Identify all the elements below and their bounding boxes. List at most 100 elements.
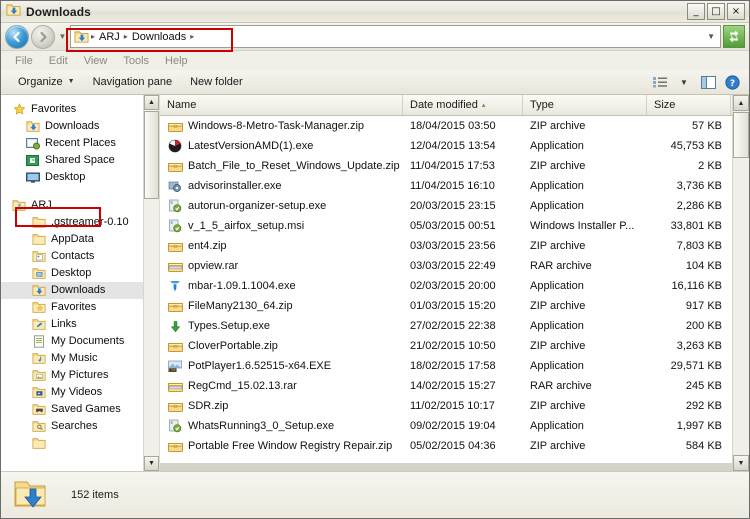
sidebar-item-label: Recent Places (45, 137, 116, 149)
sidebar-item-links[interactable]: Links (1, 316, 159, 333)
breadcrumb-item-arj[interactable]: ARJ (96, 28, 123, 46)
table-row[interactable]: mbar-1.09.1.1004.exe 02/03/2015 20:00 Ap… (160, 276, 749, 296)
table-row[interactable]: WhatsRunning3_0_Setup.exe 09/02/2015 19:… (160, 416, 749, 436)
breadcrumb-bar[interactable]: ▸ ARJ ▸ Downloads ▸ ▼ (70, 25, 721, 48)
column-header-size[interactable]: Size (647, 95, 731, 115)
menu-item-tools[interactable]: Tools (115, 52, 157, 70)
folder-icon (31, 215, 47, 230)
sidebar-item-label: Favorites (31, 103, 77, 115)
file-type-cell: ZIP archive (530, 300, 586, 312)
sidebar-item-shared-space[interactable]: Shared Space (1, 152, 159, 169)
menu-bar: File Edit View Tools Help (1, 51, 749, 70)
help-icon[interactable]: ? (721, 72, 743, 92)
list-view-icon[interactable] (649, 72, 671, 92)
scroll-down-button[interactable]: ▼ (733, 455, 749, 471)
table-row[interactable]: ent4.zip 03/03/2015 23:56 ZIP archive 7,… (160, 236, 749, 256)
address-history-caret[interactable]: ▼ (707, 32, 718, 41)
table-row[interactable]: Windows-8-Metro-Task-Manager.zip 18/04/2… (160, 116, 749, 136)
sidebar-item-my-documents[interactable]: My Documents (1, 333, 159, 350)
sidebar-item-recent-places[interactable]: Recent Places (1, 135, 159, 152)
scroll-up-button[interactable]: ▲ (144, 95, 159, 110)
table-row[interactable]: Batch_File_to_Reset_Windows_Update.zip 1… (160, 156, 749, 176)
new-folder-button[interactable]: New folder (181, 71, 252, 93)
sidebar-item-favorites-user[interactable]: Favorites (1, 299, 159, 316)
sidebar-item-partial[interactable] (1, 435, 159, 452)
recent-locations-dropdown[interactable]: ▼ (57, 26, 68, 48)
saved-games-icon (31, 402, 47, 417)
preview-pane-icon[interactable] (697, 72, 719, 92)
column-header-type[interactable]: Type (523, 95, 647, 115)
sidebar-item-label: My Music (51, 352, 98, 364)
menu-item-file[interactable]: File (7, 52, 41, 70)
menu-item-view[interactable]: View (76, 52, 116, 70)
scroll-down-button[interactable]: ▼ (144, 456, 159, 471)
scrollbar-thumb[interactable] (144, 111, 159, 199)
file-name-cell: SDR.zip (160, 398, 403, 414)
sidebar-item-arj[interactable]: ARJ (1, 197, 159, 214)
sidebar-item-desktop-user[interactable]: Desktop (1, 265, 159, 282)
sidebar-item-label: My Videos (51, 386, 103, 398)
minimize-button[interactable]: _ (687, 3, 705, 20)
sidebar-item-gstreamer[interactable]: .gstreamer-0.10 (1, 214, 159, 231)
file-name-cell: opview.rar (160, 258, 403, 274)
file-name-cell: FileMany2130_64.zip (160, 298, 403, 314)
organize-button[interactable]: Organize ▼ (9, 71, 84, 93)
table-row[interactable]: FileMany2130_64.zip 01/03/2015 15:20 ZIP… (160, 296, 749, 316)
sidebar-item-downloads-fav[interactable]: Downloads (1, 118, 159, 135)
sidebar-item-downloads-user[interactable]: Downloads (1, 282, 159, 299)
breadcrumb-separator-2[interactable]: ▸ (189, 32, 195, 41)
sidebar-item-label: Links (51, 318, 77, 330)
table-row[interactable]: Types.Setup.exe 27/02/2015 22:38 Applica… (160, 316, 749, 336)
navigation-pane-scrollbar[interactable]: ▲ ▼ (143, 95, 159, 471)
file-size-cell: 3,736 KB (676, 180, 722, 192)
menu-item-edit[interactable]: Edit (41, 52, 76, 70)
file-list-scrollbar[interactable]: ▲ ▼ (732, 95, 749, 471)
sidebar-item-searches[interactable]: Searches (1, 418, 159, 435)
file-type-cell: ZIP archive (530, 240, 586, 252)
sidebar-item-contacts[interactable]: Contacts (1, 248, 159, 265)
table-row[interactable]: Portable Free Window Registry Repair.zip… (160, 436, 749, 456)
zip-archive-icon (167, 298, 183, 314)
forward-button[interactable] (31, 24, 55, 49)
sidebar-item-my-videos[interactable]: My Videos (1, 384, 159, 401)
horizontal-scrollbar[interactable] (160, 463, 749, 471)
table-row[interactable]: CloverPortable.zip 21/02/2015 10:50 ZIP … (160, 336, 749, 356)
table-row[interactable]: v_1_5_airfox_setup.msi 05/03/2015 00:51 … (160, 216, 749, 236)
sidebar-item-my-pictures[interactable]: My Pictures (1, 367, 159, 384)
sidebar-item-label: My Pictures (51, 369, 109, 381)
refresh-button[interactable] (723, 25, 745, 48)
file-type-cell: Windows Installer P... (530, 220, 635, 232)
table-row[interactable]: RegCmd_15.02.13.rar 14/02/2015 15:27 RAR… (160, 376, 749, 396)
chevron-down-icon: ▼ (58, 32, 67, 41)
links-folder-icon (31, 317, 47, 332)
file-name-cell: v_1_5_airfox_setup.msi (160, 218, 403, 234)
close-button[interactable]: × (727, 3, 745, 20)
sidebar-item-appdata[interactable]: AppData (1, 231, 159, 248)
column-header-name[interactable]: Name (160, 95, 403, 115)
navigation-pane-button[interactable]: Navigation pane (84, 71, 182, 93)
menu-item-help[interactable]: Help (157, 52, 196, 70)
sidebar-item-favorites[interactable]: Favorites (1, 101, 159, 118)
table-row[interactable]: advisorinstaller.exe 11/04/2015 16:10 Ap… (160, 176, 749, 196)
back-button[interactable] (5, 24, 29, 49)
maximize-button[interactable]: □ (707, 3, 725, 20)
column-header-date-modified[interactable]: Date modified ▴ (403, 95, 523, 115)
scroll-up-button[interactable]: ▲ (733, 95, 749, 111)
table-row[interactable]: opview.rar 03/03/2015 22:49 RAR archive … (160, 256, 749, 276)
table-row[interactable]: SDR.zip 11/02/2015 10:17 ZIP archive 292… (160, 396, 749, 416)
svg-text:?: ? (729, 79, 734, 89)
sidebar-item-desktop-fav[interactable]: Desktop (1, 169, 159, 186)
table-row[interactable]: LatestVersionAMD(1).exe 12/04/2015 13:54… (160, 136, 749, 156)
item-count: 152 items (71, 489, 119, 501)
zip-archive-icon (167, 338, 183, 354)
view-options-caret[interactable]: ▼ (673, 72, 695, 92)
file-size-cell: 3,263 KB (676, 340, 722, 352)
scrollbar-thumb[interactable] (733, 112, 749, 158)
column-headers: Name Date modified ▴ Type Size (160, 95, 749, 116)
file-name-cell: LIVE PotPlayer1.6.52515-x64.EXE (160, 358, 403, 374)
table-row[interactable]: LIVE PotPlayer1.6.52515-x64.EXE 18/02/20… (160, 356, 749, 376)
breadcrumb-item-downloads[interactable]: Downloads (129, 28, 189, 46)
sidebar-item-saved-games[interactable]: Saved Games (1, 401, 159, 418)
sidebar-item-my-music[interactable]: My Music (1, 350, 159, 367)
table-row[interactable]: autorun-organizer-setup.exe 20/03/2015 2… (160, 196, 749, 216)
